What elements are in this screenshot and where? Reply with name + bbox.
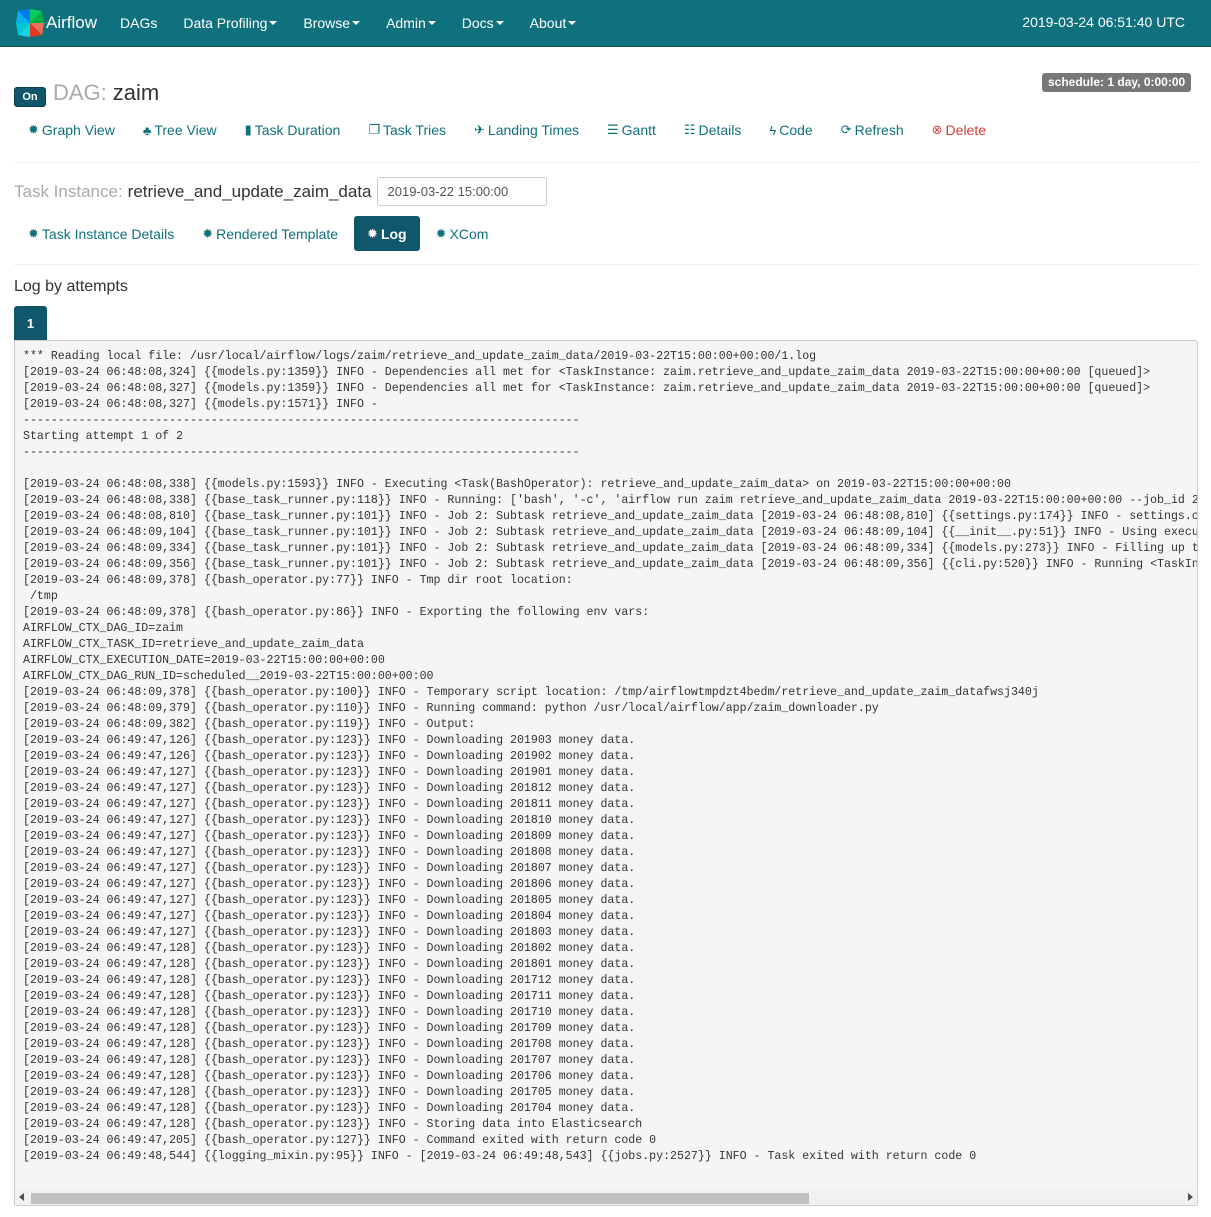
view-label: Task Duration <box>254 122 341 138</box>
view-label: Graph View <box>41 122 115 138</box>
caret-down-icon <box>269 21 278 25</box>
nav-item-label: Browse <box>303 15 351 31</box>
main-menu: DAGs Data Profiling Browse Admin Docs About <box>107 0 589 46</box>
gear-icon: ✹ <box>435 225 447 241</box>
scroll-left-arrow-icon[interactable] <box>19 1193 24 1201</box>
divider <box>14 162 1198 163</box>
navbar: Airflow DAGs Data Profiling Browse Admin Doc… <box>0 0 1211 47</box>
nav-item-docs[interactable]: Docs <box>449 0 517 46</box>
view-gantt[interactable]: ☰ Gantt <box>593 117 670 143</box>
tab-label: Rendered Template <box>216 225 339 242</box>
task-instance-tabs: ✹ Task Instance Details ✹ Rendered Template… <box>14 216 502 251</box>
view-label: Code <box>779 122 813 138</box>
view-label: Task Tries <box>383 122 447 138</box>
brand-link[interactable]: Airflow <box>15 7 97 39</box>
scroll-right-arrow-icon[interactable] <box>1188 1193 1193 1201</box>
nav-item-label: About <box>529 15 567 31</box>
view-task-duration[interactable]: ▮ Task Duration <box>231 117 355 143</box>
caret-down-icon <box>352 21 361 25</box>
nav-item-label: DAGs <box>120 15 158 31</box>
nav-item-data-profiling[interactable]: Data Profiling <box>170 0 290 46</box>
dag-label: DAG: <box>53 80 107 105</box>
tab-label: Log <box>380 225 407 242</box>
gear-icon: ✹ <box>202 225 214 241</box>
execution-date-input[interactable] <box>376 177 547 206</box>
gear-icon: ✹ <box>28 122 39 137</box>
log-panel[interactable]: *** Reading local file: /usr/local/airfl… <box>14 340 1198 1206</box>
refresh-icon: ⟳ <box>840 122 852 137</box>
view-task-tries[interactable]: ❐ Task Tries <box>354 117 460 143</box>
tab-xcom[interactable]: ✹ XCom <box>422 216 503 251</box>
nav-item-admin[interactable]: Admin <box>373 0 449 46</box>
nav-item-browse[interactable]: Browse <box>290 0 373 46</box>
tab-label: XCom <box>449 225 489 242</box>
duplicate-icon: ❐ <box>368 122 380 137</box>
dag-view-tabs: ✹ Graph View ♣ Tree View ▮ Task Duration ❐ Task… <box>14 117 1000 143</box>
view-code[interactable]: ϟ Code <box>755 117 826 143</box>
remove-circle-icon: ⊗ <box>931 122 943 137</box>
align-left-icon: ☰ <box>606 122 619 137</box>
view-label: Tree View <box>154 122 217 138</box>
tab-rendered-template[interactable]: ✹ Rendered Template <box>188 216 352 251</box>
view-landing-times[interactable]: ✈ Landing Times <box>460 117 593 143</box>
task-instance-label: Task Instance: <box>14 181 123 201</box>
nav-item-label: Data Profiling <box>183 15 268 31</box>
server-time: 2019-03-24 06:51:40 UTC <box>1022 14 1185 30</box>
task-instance-name: retrieve_and_update_zaim_data <box>127 181 372 201</box>
view-graph-view[interactable]: ✹ Graph View <box>14 117 129 143</box>
dag-pause-toggle[interactable]: On <box>14 87 46 107</box>
nav-item-about[interactable]: About <box>517 0 590 46</box>
view-refresh[interactable]: ⟳ Refresh <box>827 117 918 143</box>
view-label: Landing Times <box>487 122 579 138</box>
attempt-tab-1[interactable]: 1 <box>14 306 47 340</box>
caret-down-icon <box>495 21 504 25</box>
view-label: Gantt <box>621 122 656 138</box>
nav-item-label: Docs <box>461 15 494 31</box>
dag-title: On DAG: zaim <box>14 79 159 107</box>
caret-down-icon <box>568 21 577 25</box>
horizontal-scrollbar[interactable] <box>16 1190 1196 1204</box>
dag-name: zaim <box>112 80 160 105</box>
tab-label: Task Instance Details <box>41 225 175 242</box>
gear-icon: ✹ <box>28 225 39 241</box>
tree-icon: ♣ <box>142 122 152 138</box>
view-label: Details <box>698 122 742 138</box>
caret-down-icon <box>427 21 436 25</box>
view-delete[interactable]: ⊗ Delete <box>918 117 1000 143</box>
stats-icon: ▮ <box>244 122 252 137</box>
log-heading: Log by attempts <box>14 278 128 295</box>
task-instance-header: Task Instance: retrieve_and_update_zaim_… <box>14 176 547 207</box>
gear-icon: ✹ <box>367 225 378 241</box>
plane-icon: ✈ <box>474 122 485 137</box>
brand-name: Airflow <box>46 13 98 32</box>
divider <box>14 264 1198 265</box>
tab-task-instance-details[interactable]: ✹ Task Instance Details <box>14 216 188 251</box>
flash-icon: ϟ <box>769 122 777 138</box>
nav-item-dags[interactable]: DAGs <box>107 0 170 46</box>
view-label: Delete <box>945 122 987 138</box>
view-details[interactable]: ☷ Details <box>670 117 755 143</box>
airflow-logo-icon <box>16 9 44 37</box>
view-label: Refresh <box>854 122 904 138</box>
schedule-badge: schedule: 1 day, 0:00:00 <box>1042 73 1192 92</box>
list-icon: ☷ <box>683 122 696 137</box>
scrollbar-thumb[interactable] <box>31 1193 809 1204</box>
log-content: *** Reading local file: /usr/local/airfl… <box>23 350 1197 1163</box>
view-tree-view[interactable]: ♣ Tree View <box>129 117 231 143</box>
tab-log[interactable]: ✹ Log <box>354 216 420 251</box>
nav-item-label: Admin <box>386 15 426 31</box>
